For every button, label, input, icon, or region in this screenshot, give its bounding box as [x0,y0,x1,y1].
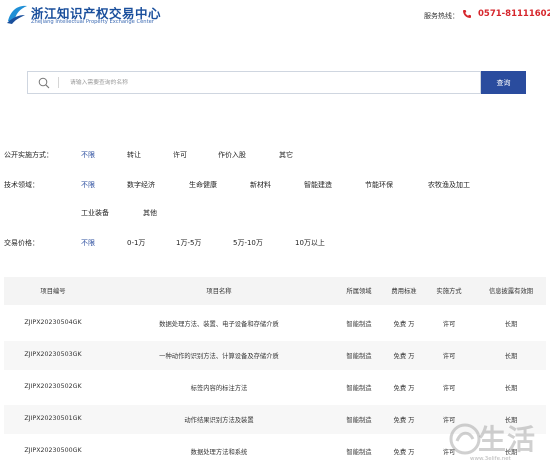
cell-field: 智能制造 [346,449,372,456]
cell-fee: 免费 万 [393,449,415,456]
search-button[interactable]: 查询 [481,71,526,94]
search-input[interactable] [64,73,476,92]
filter-price-1-5[interactable]: 1万-5万 [176,238,201,248]
filter-field-industrial-equipment[interactable]: 工业装备 [81,208,109,218]
filter-price-any[interactable]: 不限 [81,238,95,248]
filter-price-0-1[interactable]: 0-1万 [127,238,145,248]
filter-price-5-10[interactable]: 5万-10万 [233,238,263,248]
search-divider [58,77,59,88]
cell-fee: 免费 万 [393,385,415,392]
cell-id: ZJIPX20230504GK [24,319,82,326]
cell-id: ZJIPX20230502GK [24,383,82,390]
logo-subtitle: Zhejiang Intellectual Property Exchange … [31,19,154,25]
col-header-field: 所属领域 [346,288,372,295]
col-header-validity: 信息披露有效期 [488,288,534,295]
cell-name[interactable]: 动作结果识别方法及装置 [184,415,253,424]
cell-fee: 免费 万 [393,417,415,424]
cell-id: ZJIPX20230500GK [24,447,82,454]
cell-field: 智能制造 [346,353,372,360]
filter-price-10-plus[interactable]: 10万以上 [295,238,325,248]
cell-fee: 免费 万 [393,321,415,328]
filter-method-license[interactable]: 许可 [173,150,187,160]
cell-method: 许可 [442,321,456,328]
cell-method: 许可 [442,353,456,360]
cell-validity: 长期 [504,353,518,360]
filter-field-agriculture[interactable]: 农牧渔及加工 [428,180,470,190]
filter-method-transfer[interactable]: 转让 [127,150,141,160]
hotline-number[interactable]: 0571-81111602 [478,9,550,19]
logo-icon [7,5,27,24]
table-header [4,277,546,305]
filter-field-any[interactable]: 不限 [81,180,95,190]
cell-validity: 长期 [504,385,518,392]
cell-fee: 免费 万 [393,353,415,360]
filter-method-equity[interactable]: 作价入股 [218,150,246,160]
col-header-method: 实施方式 [436,288,462,295]
filter-method-other[interactable]: 其它 [279,150,293,160]
filter-field-energy-saving[interactable]: 节能环保 [365,180,393,190]
cell-name[interactable]: 数据处理方法和系统 [191,447,248,456]
cell-validity: 长期 [504,321,518,328]
filter-price-label: 交易价格： [4,239,39,247]
cell-field: 智能制造 [346,417,372,424]
filter-method-any[interactable]: 不限 [81,150,95,160]
filter-field-digital-economy[interactable]: 数字经济 [127,180,155,190]
cell-id: ZJIPX20230503GK [24,351,82,358]
filter-field-other[interactable]: 其他 [143,208,157,218]
filter-field-smart-construction[interactable]: 智能建造 [304,180,332,190]
cell-name[interactable]: 数据处理方法、装置、电子设备和存储介质 [159,319,279,328]
filter-field-life-health[interactable]: 生命健康 [189,180,217,190]
cell-field: 智能制造 [346,385,372,392]
hotline-label: 服务热线： [424,12,459,20]
phone-icon [463,10,471,18]
cell-name[interactable]: 标签内容的标注方法 [191,383,248,392]
cell-method: 许可 [442,385,456,392]
col-header-id: 项目编号 [40,288,66,295]
col-header-fee: 费用标准 [391,288,417,295]
table-row[interactable] [4,373,546,402]
filter-method-label: 公开实施方式： [4,151,53,159]
filter-field-new-materials[interactable]: 新材料 [250,180,271,190]
header: 浙江知识产权交易中心 Zhejiang Intellectual Propert… [0,0,550,32]
filter-field-label: 技术领域： [4,181,39,189]
watermark-text: 生活 [478,423,537,456]
cell-id: ZJIPX20230501GK [24,415,82,422]
col-header-name: 项目名称 [206,288,232,295]
watermark-url: www.3elife.net [470,456,511,462]
cell-name[interactable]: 一种动作的识别方法、计算设备及存储介质 [159,351,279,360]
cell-field: 智能制造 [346,321,372,328]
search-icon [38,77,50,89]
